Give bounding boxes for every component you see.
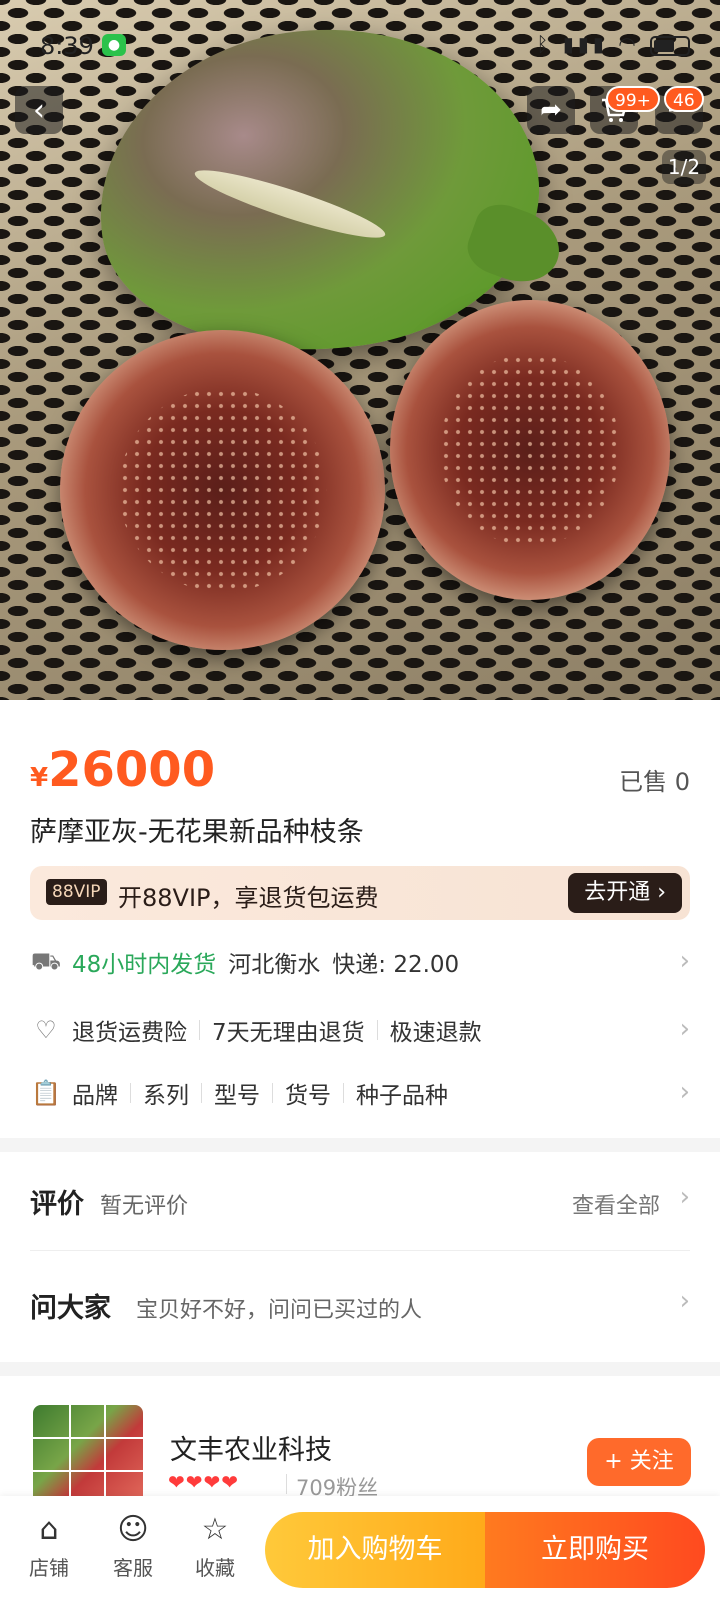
ship-fee: 快递: 22.00 — [332, 952, 460, 978]
shop-rating-hearts: ❤❤❤❤ — [168, 1470, 240, 1494]
ask-title[interactable]: 问大家 — [30, 1286, 111, 1325]
reviews-subtitle: 暂无评价 — [100, 1194, 189, 1219]
vip-open-button[interactable]: 去开通 › — [568, 873, 682, 913]
tab-label: 店铺 — [29, 1556, 69, 1580]
store-icon: ⌂ — [39, 1512, 59, 1547]
clipboard-icon: 📋 — [31, 1079, 61, 1107]
battery-icon — [650, 35, 690, 56]
product-title: 萨摩亚灰-无花果新品种枝条 — [30, 817, 364, 848]
attribute-item: 种子品种 — [356, 1083, 448, 1109]
heart-shield-icon: ♡ — [35, 1016, 57, 1044]
attribute-item: 品牌 — [72, 1083, 118, 1109]
status-bar: 8:39 ● ᛒ ▮▮▮ ◠ — [0, 0, 720, 90]
guarantee-row[interactable]: ♡ 退货运费险 7天无理由退货 极速退款 › — [30, 1008, 690, 1052]
back-button[interactable]: ‹ — [15, 86, 63, 134]
star-icon: ☆ — [201, 1512, 229, 1547]
shop-avatar[interactable] — [33, 1405, 143, 1505]
share-button[interactable]: ➦ — [527, 86, 575, 134]
buy-now-button[interactable]: 立即购买 — [485, 1512, 705, 1588]
ask-subtitle: 宝贝好不好，问问已买过的人 — [136, 1298, 423, 1323]
chevron-right-icon: › — [679, 1286, 690, 1316]
message-count-badge: 46 — [664, 86, 704, 112]
fig-half-left — [60, 330, 385, 650]
guarantee-item: 极速退款 — [389, 1020, 482, 1046]
ship-origin: 河北衡水 — [228, 952, 321, 978]
vip-banner[interactable]: 88VIP 开88VIP，享退货包运费 去开通 › — [30, 866, 690, 920]
shipping-row[interactable]: ⛟ 48小时内发货 河北衡水 快递: 22.00 › — [30, 940, 690, 984]
currency-symbol: ¥ — [30, 763, 49, 793]
image-pager: 1/2 — [662, 150, 706, 184]
vip-tag: 88VIP — [46, 879, 107, 905]
chevron-right-icon: › — [679, 1014, 690, 1044]
fig-half-right — [390, 300, 670, 600]
chevron-right-icon: › — [679, 1182, 690, 1212]
share-icon: ➦ — [540, 95, 562, 125]
tab-store[interactable]: ⌂ 店铺 — [14, 1512, 84, 1581]
chevron-right-icon: › — [679, 1077, 690, 1107]
cart-count-badge: 99+ — [606, 86, 660, 112]
tab-favorite[interactable]: ☆ 收藏 — [180, 1512, 250, 1581]
tab-customer-service[interactable]: ☺ 客服 — [98, 1512, 168, 1581]
chevron-left-icon: ‹ — [33, 92, 45, 128]
attribute-item: 货号 — [285, 1083, 331, 1109]
reviews-card — [0, 1152, 720, 1362]
bluetooth-icon: ᛒ — [536, 32, 553, 56]
attributes-row[interactable]: 📋 品牌 系列 型号 货号 种子品种 › — [30, 1071, 690, 1115]
price: ¥26000 — [30, 742, 215, 798]
vip-text: 开88VIP，享退货包运费 — [118, 884, 379, 912]
status-icons: ᛒ ▮▮▮ ◠ — [536, 32, 690, 56]
tab-label: 收藏 — [195, 1556, 235, 1580]
wechat-icon: ● — [102, 34, 126, 56]
truck-icon: ⛟ — [30, 946, 62, 975]
signal-icon: ▮▮▮ — [562, 32, 608, 56]
chevron-right-icon: › — [679, 946, 690, 976]
guarantee-item: 7天无理由退货 — [212, 1020, 365, 1046]
attribute-item: 系列 — [143, 1083, 189, 1109]
divider — [30, 1250, 690, 1251]
price-value: 26000 — [48, 742, 216, 798]
wifi-icon: ◠ — [618, 32, 640, 56]
add-to-cart-button[interactable]: 加入购物车 — [265, 1512, 485, 1588]
reviews-title: 评价 — [30, 1189, 84, 1220]
attribute-item: 型号 — [214, 1083, 260, 1109]
guarantee-item: 退货运费险 — [72, 1020, 187, 1046]
customer-service-icon: ☺ — [117, 1512, 149, 1547]
shop-name[interactable]: 文丰农业科技 — [170, 1428, 332, 1467]
tab-label: 客服 — [113, 1556, 153, 1580]
view-all-reviews-link[interactable]: 查看全部 — [572, 1188, 660, 1220]
sold-count: 已售 0 — [619, 768, 690, 796]
follow-button[interactable]: + 关注 — [587, 1438, 691, 1486]
ship-speed: 48小时内发货 — [72, 952, 217, 978]
status-time: 8:39 — [40, 32, 94, 60]
product-detail-page: 8:39 ● ᛒ ▮▮▮ ◠ ‹ ➦ ⋯ 99+ 46 1/2 ¥26000 已… — [0, 0, 720, 1600]
